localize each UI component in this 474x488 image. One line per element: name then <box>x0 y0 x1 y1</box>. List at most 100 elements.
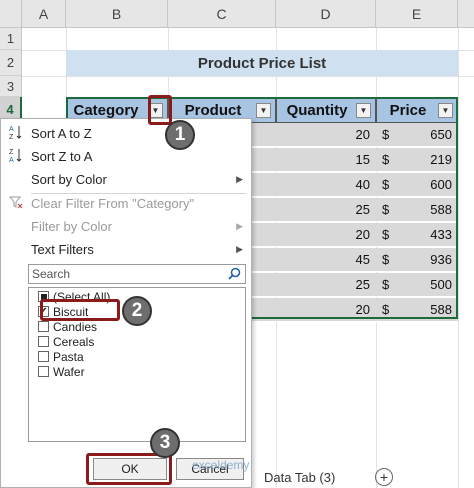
currency-symbol: $ <box>382 302 390 317</box>
submenu-arrow-icon: ▶ <box>236 173 243 184</box>
quantity-cell[interactable]: 20 <box>276 298 376 322</box>
price-cell[interactable]: $433 <box>376 223 458 247</box>
price-value: 588 <box>430 202 452 217</box>
price-cell[interactable]: $588 <box>376 298 458 322</box>
sort-by-color-item[interactable]: Sort by Color ▶ <box>1 168 251 190</box>
callout-badge-2: 2 <box>122 296 152 326</box>
price-cell[interactable]: $600 <box>376 173 458 197</box>
add-sheet-icon[interactable]: + <box>375 468 393 486</box>
svg-text:A: A <box>9 157 14 163</box>
sort-z-to-a-icon: ZA <box>1 147 31 166</box>
header-category-label: Category <box>73 101 139 119</box>
filter-by-color-item[interactable]: Filter by Color ▶ <box>1 215 251 237</box>
checkbox-cereals[interactable] <box>38 336 49 347</box>
quantity-cell[interactable]: 25 <box>276 198 376 222</box>
price-cell[interactable]: $500 <box>376 273 458 297</box>
filter-dropdown-category[interactable]: ▼ <box>148 103 163 118</box>
list-item-cereals[interactable]: Cereals <box>38 334 94 349</box>
funnel-x-icon <box>1 195 31 212</box>
ok-button[interactable]: OK <box>93 458 167 480</box>
price-value: 588 <box>430 302 452 317</box>
sort-a-to-z-item[interactable]: AZ Sort A to Z <box>1 122 251 144</box>
price-value: 433 <box>430 227 452 242</box>
list-item-label: Wafer <box>53 364 85 379</box>
list-item-biscuit[interactable]: ✔ Biscuit <box>38 304 88 319</box>
list-item-wafer[interactable]: Wafer <box>38 364 85 379</box>
quantity-cell[interactable]: 25 <box>276 273 376 297</box>
column-header-b[interactable]: B <box>66 0 168 28</box>
currency-symbol: $ <box>382 177 390 192</box>
column-header-c[interactable]: C <box>168 0 276 28</box>
svg-text:Z: Z <box>9 134 14 140</box>
currency-symbol: $ <box>382 202 390 217</box>
list-item-candies[interactable]: Candies <box>38 319 97 334</box>
checkbox-biscuit[interactable]: ✔ <box>38 306 49 317</box>
row-header-3[interactable]: 3 <box>0 76 22 97</box>
list-item-pasta[interactable]: Pasta <box>38 349 84 364</box>
column-header-e[interactable]: E <box>376 0 458 28</box>
filter-dropdown-price[interactable]: ▼ <box>438 103 453 118</box>
filter-by-color-label: Filter by Color <box>31 218 112 234</box>
sort-by-color-label: Sort by Color <box>31 171 107 187</box>
clear-filter-label: Clear Filter From "Category" <box>31 195 195 211</box>
list-item-select-all[interactable]: (Select All) <box>38 289 110 304</box>
price-cell[interactable]: $650 <box>376 123 458 147</box>
svg-text:Z: Z <box>9 149 14 156</box>
currency-symbol: $ <box>382 227 390 242</box>
list-item-label: Cereals <box>53 334 95 349</box>
checkbox-candies[interactable] <box>38 321 49 332</box>
search-input[interactable]: Search <box>28 264 246 284</box>
column-header-bar: A B C D E <box>0 0 474 28</box>
price-value: 219 <box>430 152 452 167</box>
text-filters-item[interactable]: Text Filters ▶ <box>1 238 251 260</box>
filter-dropdown-quantity[interactable]: ▼ <box>356 103 371 118</box>
row-header-1[interactable]: 1 <box>0 28 22 50</box>
price-cell[interactable]: $219 <box>376 148 458 172</box>
price-value: 500 <box>430 277 452 292</box>
list-item-label: (Select All) <box>53 289 111 304</box>
magnifier-icon <box>228 267 241 283</box>
sort-z-to-a-label: Sort Z to A <box>31 148 93 164</box>
price-value: 650 <box>430 127 452 142</box>
column-header-d[interactable]: D <box>276 0 376 28</box>
callout-badge-1: 1 <box>165 120 195 150</box>
list-item-label: Candies <box>53 319 98 334</box>
text-filters-label: Text Filters <box>31 241 94 257</box>
sort-a-to-z-icon: AZ <box>1 124 31 143</box>
price-cell[interactable]: $936 <box>376 248 458 272</box>
currency-symbol: $ <box>382 127 390 142</box>
clear-filter-item[interactable]: Clear Filter From "Category" <box>1 192 251 214</box>
gridline <box>458 28 459 488</box>
quantity-cell[interactable]: 20 <box>276 223 376 247</box>
row-header-2[interactable]: 2 <box>0 50 22 76</box>
callout-badge-3: 3 <box>150 428 180 458</box>
price-value: 600 <box>430 177 452 192</box>
select-all-corner[interactable] <box>0 0 22 28</box>
quantity-cell[interactable]: 40 <box>276 173 376 197</box>
search-placeholder: Search <box>32 267 71 281</box>
list-item-label: Biscuit <box>53 304 89 319</box>
sort-z-to-a-item[interactable]: ZA Sort Z to A <box>1 145 251 167</box>
currency-symbol: $ <box>382 277 390 292</box>
watermark: exceldemy <box>192 458 250 472</box>
checkbox-wafer[interactable] <box>38 366 49 377</box>
page-title: Product Price List <box>66 50 458 76</box>
sort-a-to-z-label: Sort A to Z <box>31 125 92 141</box>
currency-symbol: $ <box>382 252 390 267</box>
currency-symbol: $ <box>382 152 390 167</box>
price-value: 936 <box>430 252 452 267</box>
quantity-cell[interactable]: 15 <box>276 148 376 172</box>
filter-dropdown-product[interactable]: ▼ <box>256 103 271 118</box>
quantity-cell[interactable]: 20 <box>276 123 376 147</box>
price-cell[interactable]: $588 <box>376 198 458 222</box>
list-item-label: Pasta <box>53 349 84 364</box>
column-header-a[interactable]: A <box>22 0 66 28</box>
header-product-label: Product <box>184 101 242 119</box>
sheet-tab-data-tab-3[interactable]: Data Tab (3) <box>264 466 335 488</box>
submenu-arrow-icon: ▶ <box>236 220 243 231</box>
header-quantity-label: Quantity <box>286 101 348 119</box>
gridline <box>22 76 474 77</box>
checkbox-pasta[interactable] <box>38 351 49 362</box>
checkbox-select-all[interactable] <box>38 291 49 302</box>
quantity-cell[interactable]: 45 <box>276 248 376 272</box>
